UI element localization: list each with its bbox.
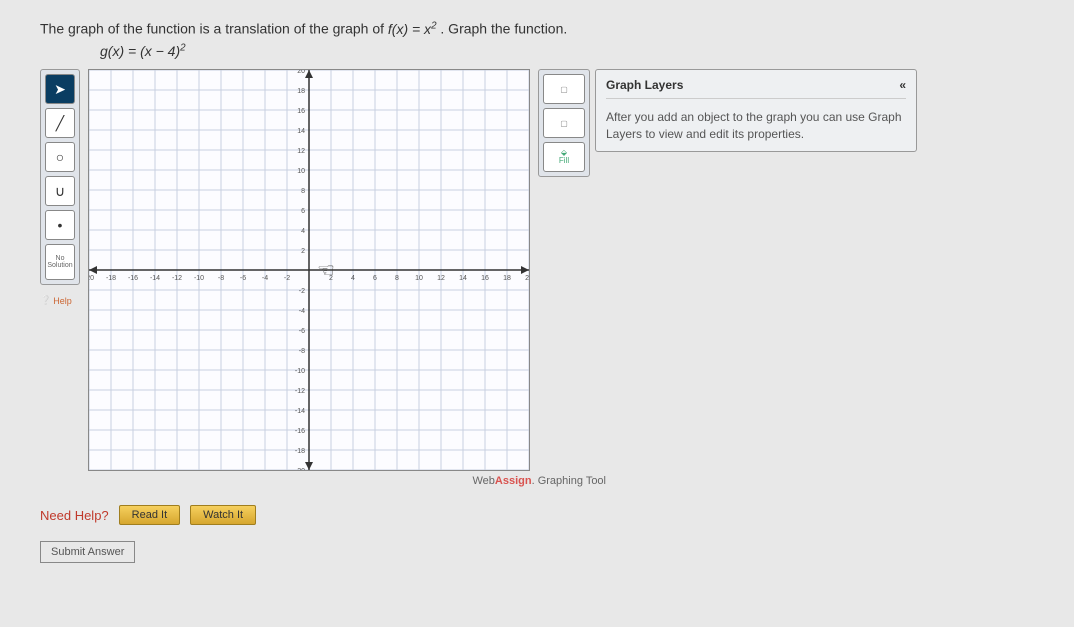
svg-text:-10: -10 <box>194 275 204 282</box>
svg-text:16: 16 <box>297 108 305 115</box>
svg-text:-18: -18 <box>295 448 305 455</box>
svg-text:12: 12 <box>297 148 305 155</box>
svg-text:6: 6 <box>301 208 305 215</box>
svg-text:-10: -10 <box>295 368 305 375</box>
prompt-post: . Graph the function. <box>440 21 567 37</box>
svg-text:4: 4 <box>301 228 305 235</box>
line-tool[interactable]: ╱ <box>45 108 75 138</box>
point-icon: • <box>58 217 63 233</box>
question-prompt: The graph of the function is a translati… <box>40 20 1034 37</box>
fill-tool[interactable]: ⬙ Fill <box>543 142 585 172</box>
svg-text:8: 8 <box>395 275 399 282</box>
svg-text:-20: -20 <box>295 468 305 470</box>
left-toolbar: ➤ ╱ ○ ∪ • No Solution ❔ Help <box>40 69 80 306</box>
watch-it-button[interactable]: Watch It <box>190 505 256 525</box>
grid-svg: -20 -18 -16 -14 -12 -10 -8 -6 -4 -2 2 4 6 8 10 12 14 16 18… <box>89 70 529 470</box>
right-tool-1[interactable]: ▢ <box>543 74 585 104</box>
svg-text:-8: -8 <box>218 275 224 282</box>
svg-text:-6: -6 <box>240 275 246 282</box>
function-def: g(x) = (x − 4)2 <box>100 43 1034 60</box>
fill-label: Fill <box>559 157 569 166</box>
help-row: Need Help? Read It Watch It <box>40 505 1034 525</box>
graph-canvas[interactable]: -20 -18 -16 -14 -12 -10 -8 -6 -4 -2 2 4 6 8 10 12 14 16 18… <box>88 69 530 471</box>
graph-tool-brand: WebAssign. Graphing Tool <box>86 475 606 487</box>
svg-text:-20: -20 <box>89 275 94 282</box>
graph-layers-panel: Graph Layers « After you add an object t… <box>595 69 917 152</box>
svg-text:18: 18 <box>503 275 511 282</box>
svg-text:14: 14 <box>297 128 305 135</box>
layers-title: Graph Layers <box>606 78 683 92</box>
line-icon: ╱ <box>56 115 64 132</box>
point-tool[interactable]: • <box>45 210 75 240</box>
read-it-button[interactable]: Read It <box>119 505 180 525</box>
need-help-label: Need Help? <box>40 508 109 523</box>
svg-text:18: 18 <box>297 88 305 95</box>
right-tool-2[interactable]: ▢ <box>543 108 585 138</box>
svg-text:20: 20 <box>297 70 305 75</box>
svg-text:-16: -16 <box>295 428 305 435</box>
svg-text:4: 4 <box>351 275 355 282</box>
svg-text:-14: -14 <box>295 408 305 415</box>
circle-icon: ○ <box>56 149 64 165</box>
svg-text:14: 14 <box>459 275 467 282</box>
svg-text:2: 2 <box>301 248 305 255</box>
prompt-pre: The graph of the function is a translati… <box>40 21 388 37</box>
svg-text:-2: -2 <box>284 275 290 282</box>
prompt-fx: f(x) = x <box>388 21 431 37</box>
layers-collapse[interactable]: « <box>899 78 906 92</box>
svg-text:-18: -18 <box>106 275 116 282</box>
svg-text:-12: -12 <box>295 388 305 395</box>
layers-body: After you add an object to the graph you… <box>606 109 906 143</box>
svg-text:-4: -4 <box>299 308 305 315</box>
svg-text:20: 20 <box>525 275 529 282</box>
gx: g(x) = (x − 4) <box>100 43 180 59</box>
pointer-tool[interactable]: ➤ <box>45 74 75 104</box>
svg-text:16: 16 <box>481 275 489 282</box>
svg-text:-16: -16 <box>128 275 138 282</box>
svg-text:10: 10 <box>415 275 423 282</box>
svg-text:-8: -8 <box>299 348 305 355</box>
svg-text:-2: -2 <box>299 288 305 295</box>
svg-text:6: 6 <box>373 275 377 282</box>
tool-help-link[interactable]: ❔ Help <box>40 295 80 306</box>
parabola-icon: ∪ <box>55 183 65 200</box>
svg-text:12: 12 <box>437 275 445 282</box>
svg-text:-4: -4 <box>262 275 268 282</box>
svg-text:-14: -14 <box>150 275 160 282</box>
svg-text:-12: -12 <box>172 275 182 282</box>
pointer-icon: ➤ <box>54 81 66 98</box>
help-icon: ❔ <box>40 295 51 306</box>
svg-text:8: 8 <box>301 188 305 195</box>
svg-text:-6: -6 <box>299 328 305 335</box>
parabola-tool[interactable]: ∪ <box>45 176 75 206</box>
no-solution-tool[interactable]: No Solution <box>45 244 75 280</box>
svg-text:2: 2 <box>329 275 333 282</box>
circle-tool[interactable]: ○ <box>45 142 75 172</box>
right-toolbar: ▢ ▢ ⬙ Fill <box>538 69 590 177</box>
submit-answer-button[interactable]: Submit Answer <box>40 541 135 563</box>
svg-text:10: 10 <box>297 168 305 175</box>
